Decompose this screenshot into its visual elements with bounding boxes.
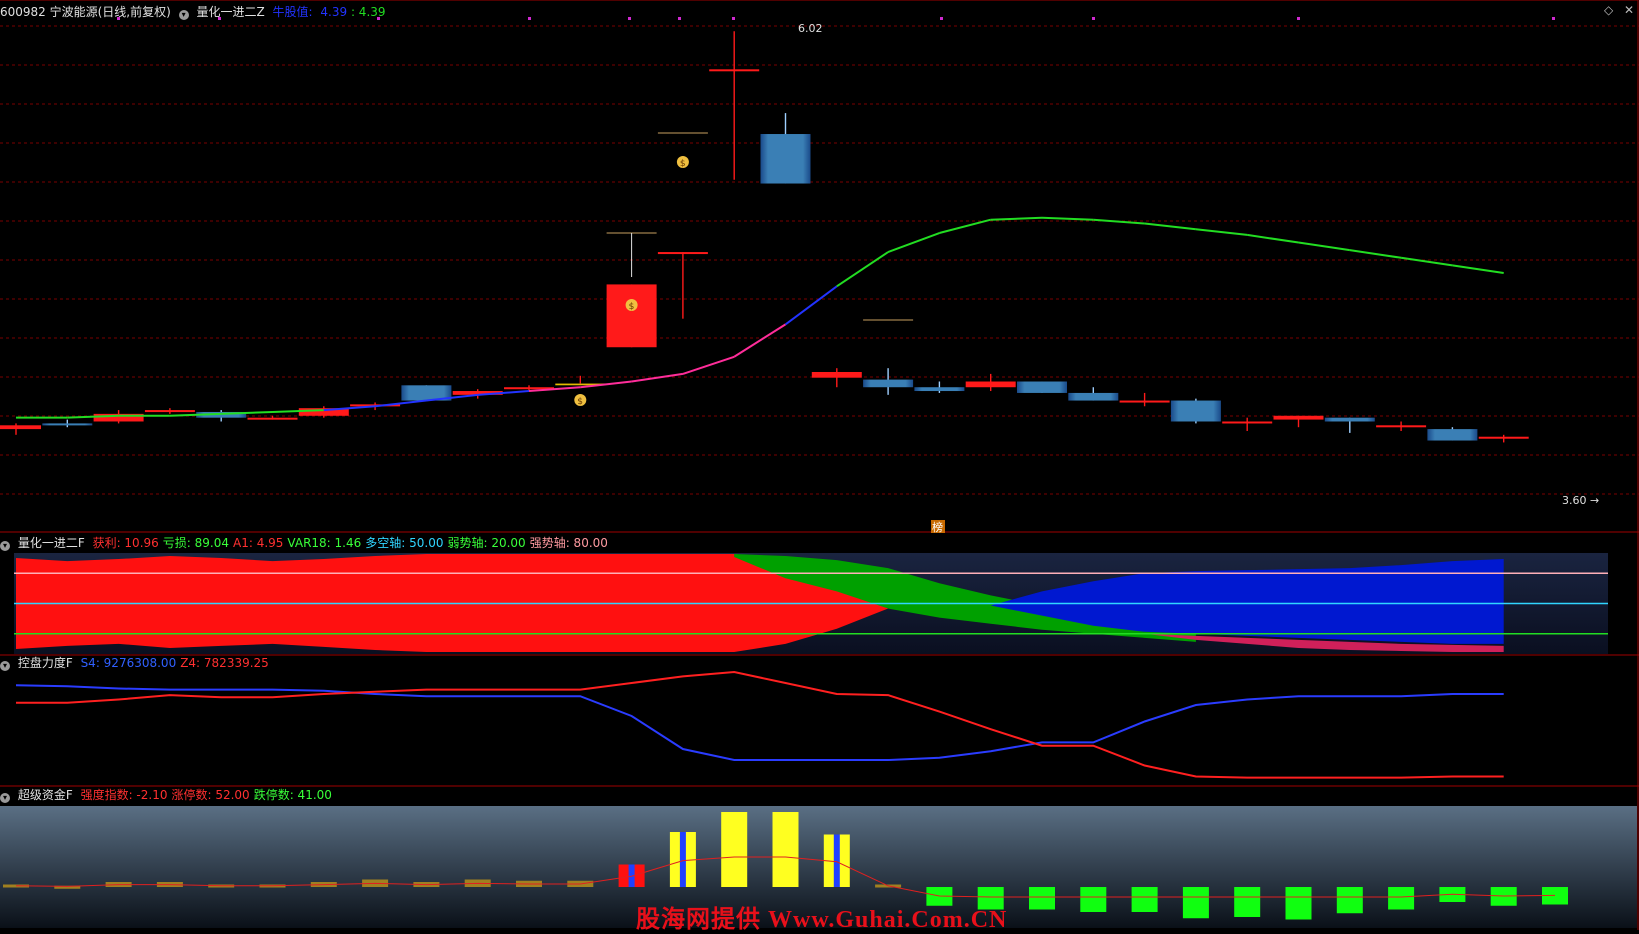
ma-line-segment xyxy=(1195,228,1248,236)
ma-line-segment xyxy=(374,399,427,408)
candle xyxy=(760,134,811,184)
chart-canvas[interactable]: $ $ $6.02 3.60 → 榜 xyxy=(0,0,1639,930)
marker-dot xyxy=(377,17,380,20)
candle xyxy=(811,371,862,378)
fund-bar xyxy=(1080,887,1107,912)
fund-bar xyxy=(1336,887,1363,914)
candle xyxy=(965,381,1016,388)
marker-dot xyxy=(528,17,531,20)
candle xyxy=(1376,425,1427,428)
ma-line-segment xyxy=(939,218,991,234)
ma-line-segment xyxy=(631,372,684,383)
marker-dot xyxy=(678,17,681,20)
ma-line-segment xyxy=(1452,264,1504,274)
ma-line-segment xyxy=(784,285,838,326)
special-marker-label: 榜 xyxy=(932,520,943,534)
marker-dot xyxy=(1552,17,1555,20)
ma-line-segment xyxy=(836,251,889,288)
money-bag-glyph: $ xyxy=(577,397,583,407)
marker-dot xyxy=(732,17,735,20)
ma-line-segment xyxy=(1093,218,1145,225)
candle xyxy=(42,423,93,426)
candle xyxy=(1017,381,1067,393)
candle xyxy=(1427,429,1478,441)
watermark: 股海网提供 Www.Guhai.Com.CN xyxy=(636,907,1008,933)
ma-line-segment xyxy=(1298,241,1350,252)
candle xyxy=(1119,400,1170,403)
fund-bar xyxy=(1029,887,1055,910)
fund-bar xyxy=(1234,887,1261,917)
candle xyxy=(1273,415,1324,420)
candle xyxy=(1478,436,1529,439)
fund-bar-core xyxy=(679,832,686,887)
candle xyxy=(1324,417,1375,422)
marker-dot xyxy=(628,17,631,20)
fund-bar-core xyxy=(833,834,840,887)
marker-dot xyxy=(940,17,943,20)
ma-line-segment xyxy=(1400,256,1453,267)
ma-line-segment xyxy=(733,323,787,358)
fund-bar xyxy=(1182,887,1209,919)
candle xyxy=(144,410,195,413)
candle xyxy=(606,284,657,348)
high-price-label: 6.02 xyxy=(798,22,823,35)
ma-line-segment xyxy=(990,216,1043,221)
ma-line-segment xyxy=(682,355,735,375)
fund-bar xyxy=(1388,887,1415,910)
fund-bar xyxy=(1285,887,1312,920)
fund-bar xyxy=(1131,887,1158,912)
ma-line-segment xyxy=(1144,222,1197,231)
marker-dot xyxy=(218,17,221,20)
candle xyxy=(1068,392,1119,401)
series-line-Z4 xyxy=(16,670,1504,779)
candle xyxy=(0,425,41,430)
ma-line-segment xyxy=(1247,233,1299,244)
candle xyxy=(247,417,298,420)
money-bag-glyph: $ xyxy=(629,302,635,312)
candle xyxy=(1222,421,1273,424)
ma-line-segment xyxy=(1349,249,1402,259)
ma-line-segment xyxy=(887,232,940,253)
fund-bar xyxy=(772,812,799,887)
candle xyxy=(863,379,914,388)
candle xyxy=(914,387,965,392)
marker-dot xyxy=(1092,17,1095,20)
candle xyxy=(709,69,760,72)
candle xyxy=(657,252,708,255)
money-bag-glyph: $ xyxy=(680,159,686,169)
fund-bar xyxy=(721,812,748,887)
candle xyxy=(1170,400,1221,422)
ma-line-segment xyxy=(1041,216,1094,221)
marker-dot xyxy=(1297,17,1300,20)
last-price-label: 3.60 → xyxy=(1562,494,1599,507)
marker-dot xyxy=(117,17,120,20)
